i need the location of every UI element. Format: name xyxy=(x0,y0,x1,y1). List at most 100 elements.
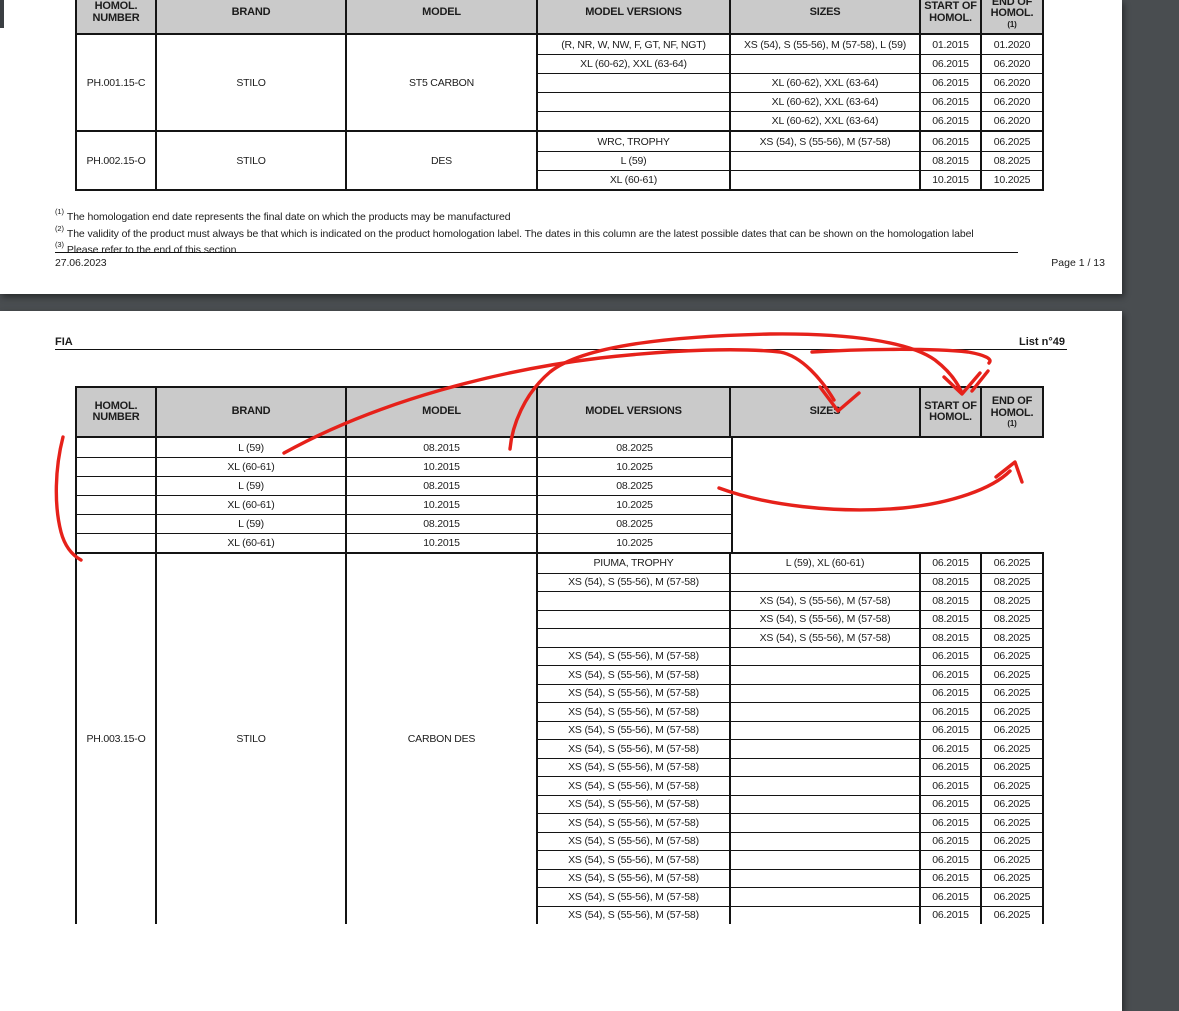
footnote-2-ref: (2) xyxy=(55,224,64,233)
cell-model-versions: XS (54), S (55-56), M (57-58) xyxy=(538,759,731,777)
cell-sizes: XS (54), S (55-56), M (57-58) xyxy=(731,132,921,151)
cell-start-of-homol: 06.2015 xyxy=(921,554,982,573)
footnote-ref: (1) xyxy=(1007,20,1016,29)
cell-start-of-homol: 06.2015 xyxy=(921,814,982,832)
cell-end-of-homol: 08.2025 xyxy=(982,629,1042,647)
cell-start-of-homol: 06.2015 xyxy=(921,870,982,888)
row-group: WRC, TROPHYXS (54), S (55-56), M (57-58)… xyxy=(538,132,1042,189)
cell-end-of-homol: 06.2025 xyxy=(982,833,1042,851)
cell-model-versions: XS (54), S (55-56), M (57-58) xyxy=(538,888,731,906)
table-row: XS (54), S (55-56), M (57-58)06.201506.2… xyxy=(538,832,1042,851)
column-header-label: MODEL VERSIONS xyxy=(585,7,682,19)
table-row: XS (54), S (55-56), M (57-58)06.201506.2… xyxy=(538,739,1042,758)
orphan-row: L (59)08.201508.2025 xyxy=(77,438,731,457)
cell-start-of-homol: 06.2015 xyxy=(921,685,982,703)
cell-end-of-homol: 08.2025 xyxy=(982,592,1042,610)
column-header-label: BRAND xyxy=(232,406,271,418)
orphan-cell: 10.2015 xyxy=(347,496,538,514)
cell-model-versions: XS (54), S (55-56), M (57-58) xyxy=(538,814,731,832)
table-row: XS (54), S (55-56), M (57-58)08.201508.2… xyxy=(538,610,1042,629)
group-cell-brand: STILO xyxy=(157,554,347,924)
table-row: XS (54), S (55-56), M (57-58)06.201506.2… xyxy=(538,795,1042,814)
cell-start-of-homol: 06.2015 xyxy=(921,703,982,721)
cell-end-of-homol: 06.2025 xyxy=(982,740,1042,758)
orphan-cell: 10.2015 xyxy=(347,534,538,552)
orphan-cell xyxy=(77,477,157,495)
cell-end-of-homol: 06.2025 xyxy=(982,132,1042,151)
table-row: (R, NR, W, NW, F, GT, NF, NGT)XS (54), S… xyxy=(538,35,1042,54)
orphan-cell xyxy=(77,438,157,457)
homologation-table-page1: HOMOL. NUMBERBRANDMODELMODEL VERSIONSSIZ… xyxy=(75,0,1044,191)
misaligned-rows-block: L (59)08.201508.2025XL (60-61)10.201510.… xyxy=(75,438,733,552)
table-row: XS (54), S (55-56), M (57-58)06.201506.2… xyxy=(538,850,1042,869)
pdf-viewer-canvas: { "colors": { "annotation_red": "#e6211a… xyxy=(0,0,1179,913)
cell-model-versions: XS (54), S (55-56), M (57-58) xyxy=(538,777,731,795)
homologation-group: PH.002.15-OSTILODESWRC, TROPHYXS (54), S… xyxy=(77,130,1042,189)
cell-sizes xyxy=(731,666,921,684)
group-cell-brand: STILO xyxy=(157,132,347,189)
table-body: PH.001.15-CSTILOST5 CARBON(R, NR, W, NW,… xyxy=(77,35,1042,189)
cell-sizes: XL (60-62), XXL (63-64) xyxy=(731,112,921,130)
orphan-cell: L (59) xyxy=(157,477,347,495)
cell-sizes xyxy=(731,171,921,189)
table-row: XS (54), S (55-56), M (57-58)06.201506.2… xyxy=(538,869,1042,888)
table-row: XL (60-62), XXL (63-64)06.201506.2020 xyxy=(538,111,1042,130)
cell-sizes xyxy=(731,888,921,906)
cell-end-of-homol: 06.2025 xyxy=(982,851,1042,869)
table-row: XS (54), S (55-56), M (57-58)08.201508.2… xyxy=(538,573,1042,592)
cell-end-of-homol: 06.2025 xyxy=(982,648,1042,666)
cell-sizes: XS (54), S (55-56), M (57-58), L (59) xyxy=(731,35,921,54)
cell-sizes: XL (60-62), XXL (63-64) xyxy=(731,74,921,92)
cell-start-of-homol: 06.2015 xyxy=(921,93,982,111)
document-header-right: List n°49 xyxy=(900,336,1065,348)
orphan-cell: XL (60-61) xyxy=(157,534,347,552)
cell-sizes xyxy=(731,870,921,888)
table-header-row: HOMOL. NUMBERBRANDMODELMODEL VERSIONSSIZ… xyxy=(75,386,1044,438)
orphan-cell xyxy=(77,496,157,514)
table-row: XS (54), S (55-56), M (57-58)06.201506.2… xyxy=(538,721,1042,740)
table-row: XS (54), S (55-56), M (57-58)08.201508.2… xyxy=(538,628,1042,647)
cell-start-of-homol: 06.2015 xyxy=(921,851,982,869)
orphan-cell: L (59) xyxy=(157,515,347,533)
column-header-end-of-homol: END OF HOMOL.(1) xyxy=(982,388,1042,436)
column-header-brand: BRAND xyxy=(157,388,347,436)
cell-model-versions: PIUMA, TROPHY xyxy=(538,554,731,573)
cell-model-versions: XL (60-61) xyxy=(538,171,731,189)
orphan-cell: 10.2025 xyxy=(538,496,731,514)
cell-sizes: XL (60-62), XXL (63-64) xyxy=(731,93,921,111)
cell-model-versions: XS (54), S (55-56), M (57-58) xyxy=(538,722,731,740)
cell-end-of-homol: 06.2020 xyxy=(982,74,1042,92)
cell-start-of-homol: 06.2015 xyxy=(921,759,982,777)
cell-sizes xyxy=(731,796,921,814)
orphan-cell: 08.2015 xyxy=(347,438,538,457)
cell-end-of-homol: 06.2025 xyxy=(982,870,1042,888)
cell-sizes: XS (54), S (55-56), M (57-58) xyxy=(731,611,921,629)
cell-start-of-homol: 08.2015 xyxy=(921,629,982,647)
cell-start-of-homol: 06.2015 xyxy=(921,648,982,666)
column-header-label: SIZES xyxy=(810,406,841,418)
cell-model-versions: WRC, TROPHY xyxy=(538,132,731,151)
orphan-cell: 08.2015 xyxy=(347,477,538,495)
cell-sizes xyxy=(731,574,921,592)
footnote-3: (3)Please refer to the end of this secti… xyxy=(55,240,236,256)
cell-model-versions: XS (54), S (55-56), M (57-58) xyxy=(538,648,731,666)
column-header-label: MODEL xyxy=(422,406,461,418)
table-row: XL (60-62), XXL (63-64)06.201506.2020 xyxy=(538,92,1042,111)
orphan-row: L (59)08.201508.2025 xyxy=(77,514,731,533)
orphan-cell: XL (60-61) xyxy=(157,496,347,514)
cell-start-of-homol: 01.2015 xyxy=(921,35,982,54)
homologation-group: PH.001.15-CSTILOST5 CARBON(R, NR, W, NW,… xyxy=(77,35,1042,130)
orphan-cell: 10.2015 xyxy=(347,458,538,476)
footnote-1-ref: (1) xyxy=(55,207,64,216)
cell-start-of-homol: 06.2015 xyxy=(921,112,982,130)
cell-model-versions: L (59) xyxy=(538,152,731,170)
table-header-row: HOMOL. NUMBERBRANDMODELMODEL VERSIONSSIZ… xyxy=(77,0,1042,35)
table-row: XL (60-61)10.201510.2025 xyxy=(538,170,1042,189)
cell-end-of-homol: 06.2020 xyxy=(982,112,1042,130)
cell-start-of-homol: 08.2015 xyxy=(921,152,982,170)
cell-start-of-homol: 08.2015 xyxy=(921,592,982,610)
group-cell-model: ST5 CARBON xyxy=(347,35,538,130)
cell-model-versions: XS (54), S (55-56), M (57-58) xyxy=(538,685,731,703)
cell-end-of-homol: 08.2025 xyxy=(982,611,1042,629)
cell-start-of-homol: 08.2015 xyxy=(921,574,982,592)
